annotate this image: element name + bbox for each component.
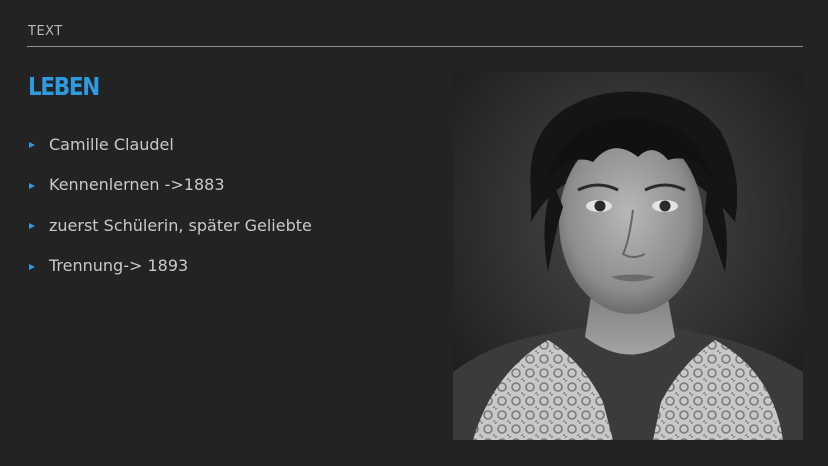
bullet-text: Camille Claudel <box>49 134 174 154</box>
portrait-image <box>453 72 803 440</box>
bullet-item: zuerst Schülerin, später Geliebte <box>29 215 312 235</box>
bullet-item: Camille Claudel <box>29 134 312 154</box>
bullet-text: Kennenlernen ->1883 <box>49 175 225 194</box>
bullet-list: Camille Claudel Kennenlernen ->1883 zuer… <box>29 134 312 296</box>
bullet-text: zuerst Schülerin, später Geliebte <box>49 215 312 235</box>
bullet-text: Trennung-> 1893 <box>49 256 189 275</box>
slide-title: LEBEN <box>28 72 100 101</box>
bullet-triangle-icon <box>29 223 35 229</box>
bullet-item: Trennung-> 1893 <box>29 256 312 276</box>
bullet-item: Kennenlernen ->1883 <box>29 175 312 195</box>
bullet-triangle-icon <box>29 182 35 189</box>
bullet-triangle-icon <box>29 263 35 270</box>
header-divider <box>27 46 803 47</box>
bullet-triangle-icon <box>29 142 35 148</box>
slide: TEXT LEBEN Camille Claudel Kennenlernen … <box>0 0 828 466</box>
section-label: TEXT <box>28 24 63 39</box>
portrait-photo <box>453 72 803 440</box>
